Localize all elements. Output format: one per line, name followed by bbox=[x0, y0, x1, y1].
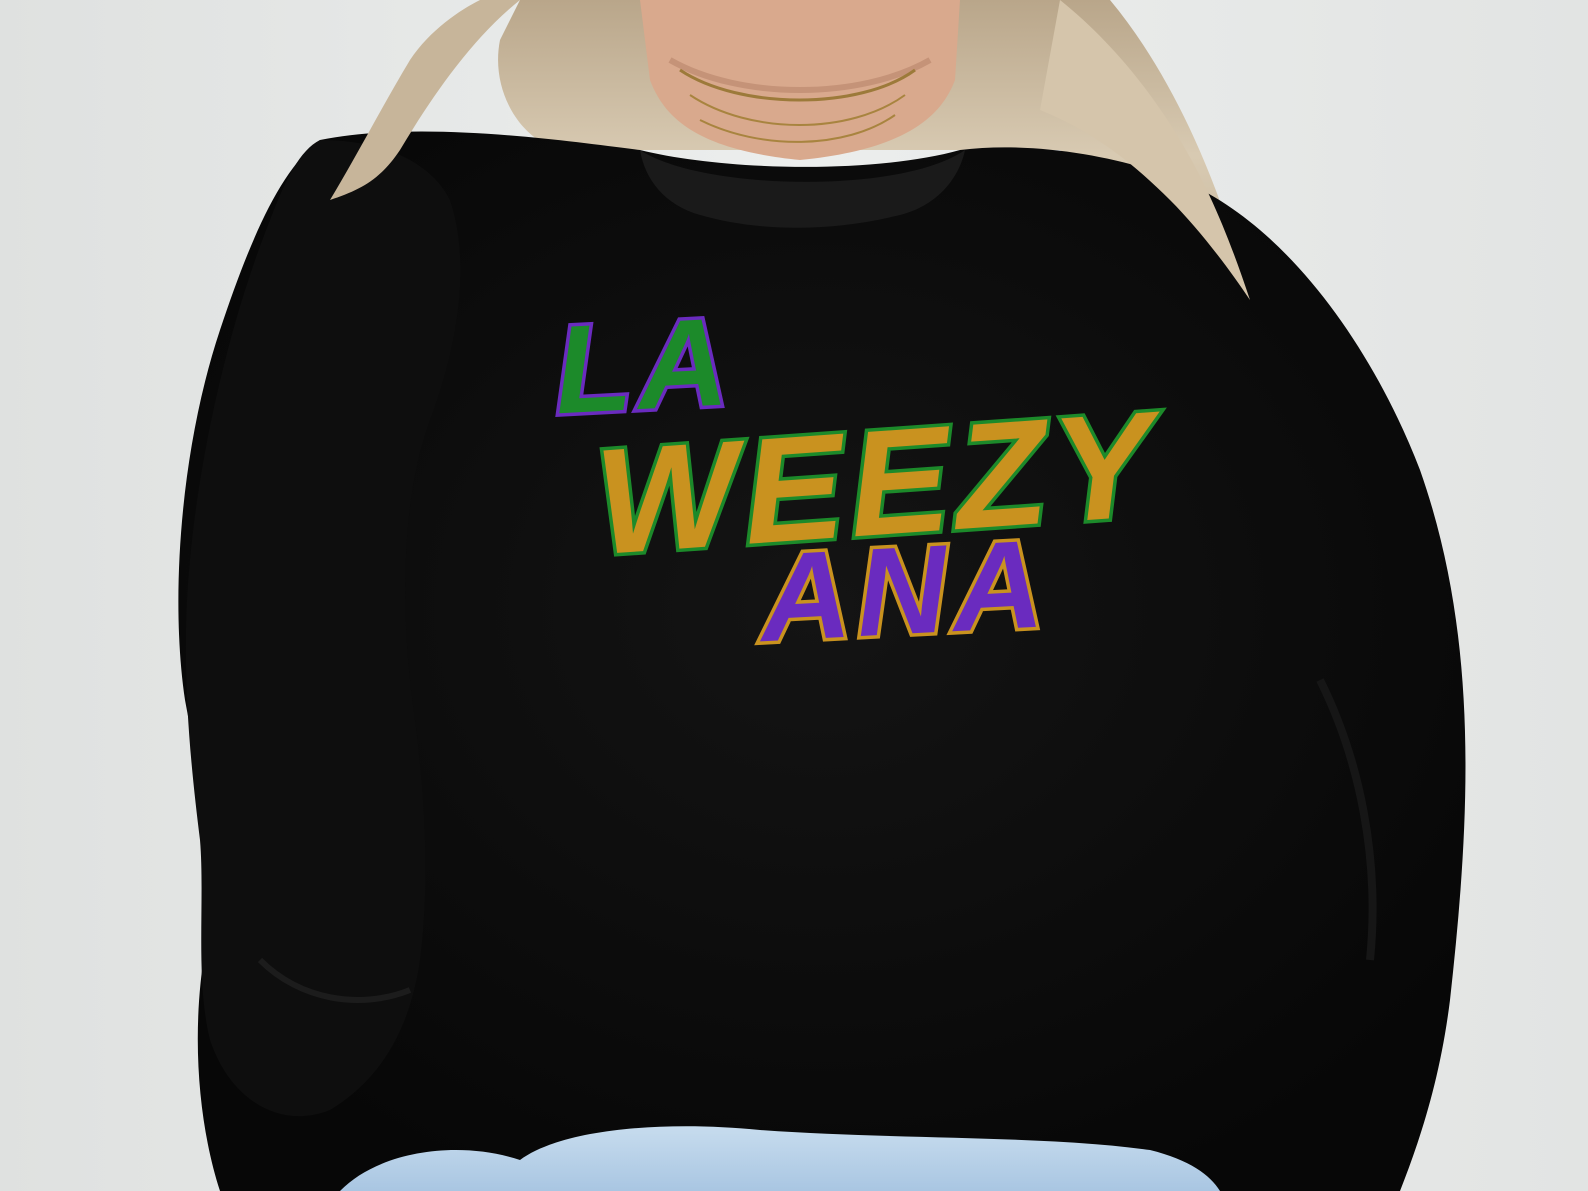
photo-scene bbox=[0, 0, 1588, 1191]
